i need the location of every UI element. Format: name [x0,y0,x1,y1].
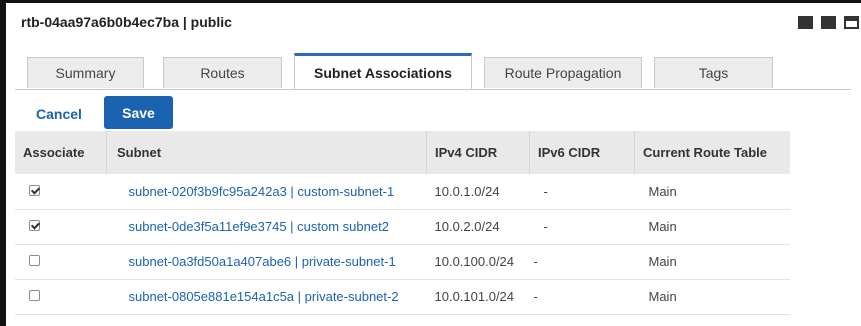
ipv6-cidr-cell: - [543,219,548,234]
table-row: subnet-0a3fd50a1a407abe6 | private-subne… [15,244,790,279]
column-header-ipv4-cidr[interactable]: IPv4 CIDR [426,131,530,174]
ipv4-cidr-cell: 10.0.101.0/24 [434,289,515,304]
subnet-link[interactable]: subnet-020f3b9fc95a242a3 | custom-subnet… [129,184,395,199]
column-header-current-route-table[interactable]: Current Route Table [635,131,791,174]
column-header-associate: Associate [15,131,107,174]
save-button[interactable]: Save [104,96,173,129]
table-row: subnet-020f3b9fc95a242a3 | custom-subnet… [15,174,790,209]
column-header-subnet[interactable]: Subnet [106,131,427,174]
route-table-cell: Main [648,254,677,269]
ipv4-cidr-cell: 10.0.100.0/24 [434,254,515,269]
ipv4-cidr-cell: 10.0.2.0/24 [434,219,500,234]
tab-summary[interactable]: Summary [27,57,144,88]
tab-tags[interactable]: Tags [654,57,773,88]
route-table-cell: Main [648,219,677,234]
associate-checkbox[interactable] [29,220,40,231]
route-table-cell: Main [648,289,677,304]
associate-checkbox[interactable] [29,255,40,266]
split-top-icon[interactable] [821,16,836,29]
table-header-row: Associate Subnet IPv4 CIDR IPv6 CIDR Cur… [15,131,790,174]
table-row: subnet-0805e881e154a1c5a | private-subne… [15,279,790,314]
tab-route-propagation[interactable]: Route Propagation [484,57,642,88]
ipv6-cidr-cell: - [543,183,548,199]
cancel-button[interactable]: Cancel [36,106,82,122]
associate-checkbox[interactable] [29,184,40,196]
tab-bar: Summary Routes Subnet Associations Route… [15,53,851,90]
ipv6-cidr-cell: - [533,254,538,269]
panel-layout-controls [798,16,859,29]
route-table-cell: Main [648,183,677,199]
subnet-link[interactable]: subnet-0a3fd50a1a407abe6 | private-subne… [129,254,396,269]
ipv6-cidr-cell: - [533,289,538,304]
table-row: subnet-0de3f5a11ef9e3745 | custom subnet… [15,209,790,244]
tab-routes[interactable]: Routes [163,57,282,88]
subnet-link[interactable]: subnet-0de3f5a11ef9e3745 | custom subnet… [129,219,389,234]
maximize-icon[interactable] [844,16,859,29]
column-header-ipv6-cidr[interactable]: IPv6 CIDR [529,131,635,174]
associate-checkbox[interactable] [29,290,40,301]
split-bottom-icon[interactable] [798,16,813,29]
route-table-title: rtb-04aa97a6b0b4ec7ba | public [21,14,232,30]
ipv4-cidr-cell: 10.0.1.0/24 [434,183,500,199]
tab-subnet-associations[interactable]: Subnet Associations [294,53,472,89]
subnet-link[interactable]: subnet-0805e881e154a1c5a | private-subne… [129,289,399,304]
subnet-associations-table: Associate Subnet IPv4 CIDR IPv6 CIDR Cur… [15,131,790,315]
